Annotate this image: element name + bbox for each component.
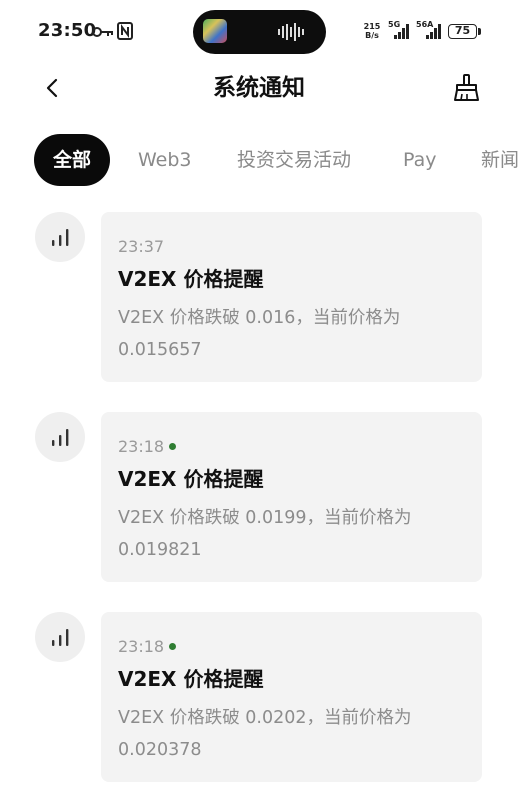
signal-bars-icon <box>52 229 69 246</box>
clear-notifications-button[interactable] <box>448 70 484 106</box>
network-speed: 215 B/s <box>362 22 382 40</box>
notification-time: 23:18 <box>118 437 165 456</box>
broom-icon <box>454 74 479 101</box>
notification-time-row: 23:18 <box>118 636 177 658</box>
cellular-signal-2-label: 56A <box>416 20 434 29</box>
notification-title: V2EX 价格提醒 <box>118 667 264 691</box>
battery-indicator: 75 <box>448 24 477 39</box>
cellular-signal-1: 5G <box>388 20 412 40</box>
tab-pay[interactable]: Pay <box>403 134 437 186</box>
back-button[interactable] <box>36 70 72 106</box>
list-item: 23:37 V2EX 价格提醒 V2EX 价格跌破 0.016，当前价格为 0.… <box>0 212 518 384</box>
list-item: 23:18 V2EX 价格提醒 V2EX 价格跌破 0.0199，当前价格为 0… <box>0 412 518 584</box>
unread-dot <box>169 643 177 650</box>
notification-time: 23:18 <box>118 637 165 656</box>
tab-investment-activity[interactable]: 投资交易活动 <box>237 134 351 186</box>
notification-time: 23:37 <box>118 237 165 256</box>
key-icon <box>92 27 113 37</box>
notification-avatar <box>35 612 85 662</box>
battery-tip <box>478 28 481 35</box>
album-art-thumbnail <box>203 19 227 43</box>
notification-card[interactable]: 23:18 V2EX 价格提醒 V2EX 价格跌破 0.0199，当前价格为 0… <box>101 412 482 582</box>
notification-card[interactable]: 23:37 V2EX 价格提醒 V2EX 价格跌破 0.016，当前价格为 0.… <box>101 212 482 382</box>
tab-web3[interactable]: Web3 <box>138 134 192 186</box>
notification-card[interactable]: 23:18 V2EX 价格提醒 V2EX 价格跌破 0.0202，当前价格为 0… <box>101 612 482 782</box>
notification-avatar <box>35 212 85 262</box>
network-speed-value: 215 <box>363 22 381 31</box>
nfc-icon <box>117 22 133 40</box>
notification-title: V2EX 价格提醒 <box>118 267 264 291</box>
dynamic-island[interactable] <box>193 10 326 54</box>
signal-bars-icon <box>52 629 69 646</box>
category-tabs: 全部 Web3 投资交易活动 Pay 新闻 <box>0 134 518 188</box>
notification-time-row: 23:18 <box>118 436 177 458</box>
notification-time-row: 23:37 <box>118 236 164 258</box>
signal-bars-icon <box>52 429 69 446</box>
notification-body: V2EX 价格跌破 0.016，当前价格为 0.015657 <box>118 308 401 360</box>
notification-body: V2EX 价格跌破 0.0202，当前价格为 0.020378 <box>118 708 412 760</box>
notification-title: V2EX 价格提醒 <box>118 467 264 491</box>
audio-wave-icon <box>278 23 304 41</box>
tab-all[interactable]: 全部 <box>34 134 110 186</box>
notification-body: V2EX 价格跌破 0.0199，当前价格为 0.019821 <box>118 508 412 560</box>
network-speed-unit: B/s <box>365 31 379 40</box>
chevron-left-icon <box>46 78 58 98</box>
cellular-signal-2: 56A <box>416 20 444 40</box>
unread-dot <box>169 443 177 450</box>
cellular-signal-1-label: 5G <box>388 20 401 29</box>
status-bar: 23:50 215 B/s 5G 56A 75 <box>0 0 518 64</box>
list-item: 23:18 V2EX 价格提醒 V2EX 价格跌破 0.0202，当前价格为 0… <box>0 612 518 784</box>
status-time: 23:50 <box>38 20 97 41</box>
page-title: 系统通知 <box>213 75 305 101</box>
notification-avatar <box>35 412 85 462</box>
tab-news[interactable]: 新闻 <box>481 134 518 186</box>
